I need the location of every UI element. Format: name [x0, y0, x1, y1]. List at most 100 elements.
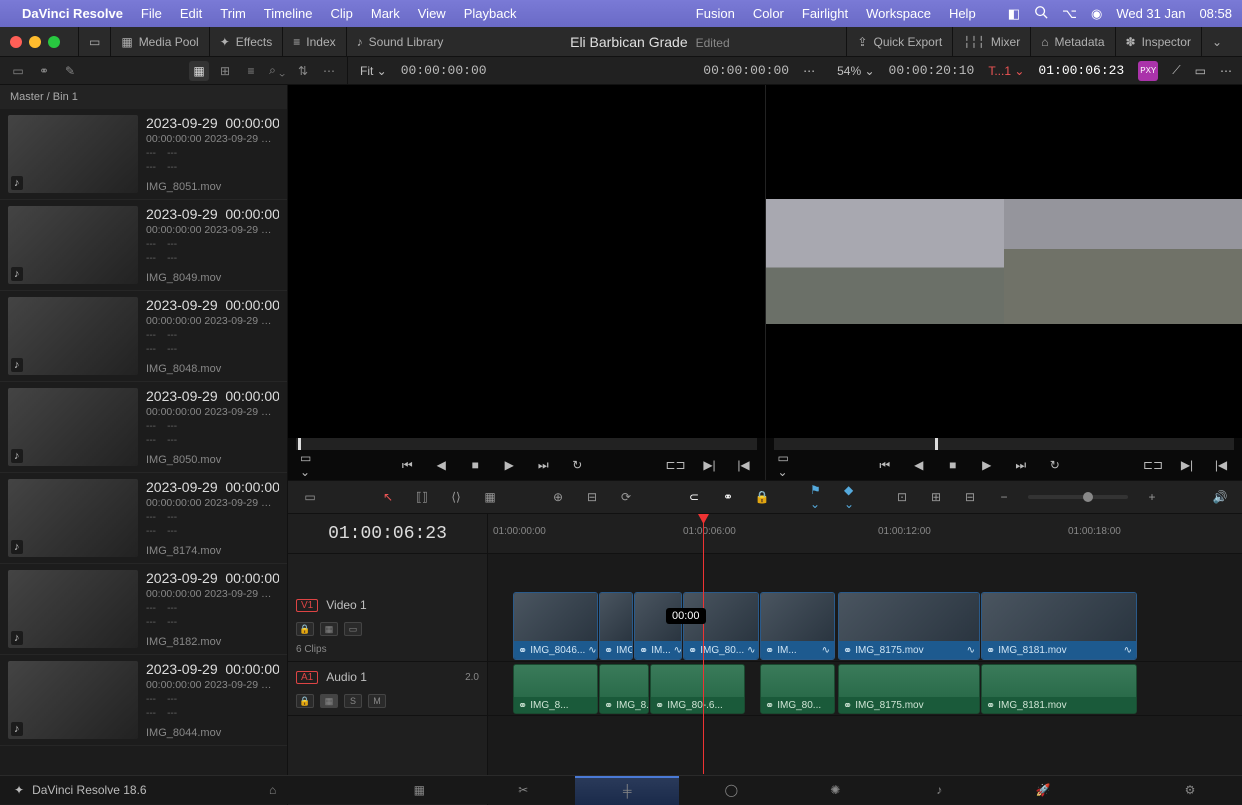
audio-clip[interactable]: ⚭IMG_8175.mov [838, 664, 980, 714]
quick-export-button[interactable]: ⇪Quick Export [846, 27, 952, 57]
menu-help[interactable]: Help [949, 6, 976, 21]
menu-color[interactable]: Color [753, 6, 784, 21]
video-clip[interactable]: ⚭IMG_8046...∿ [513, 592, 598, 660]
single-viewer-icon[interactable]: ▭ [1195, 64, 1206, 78]
timeline-view-options[interactable]: ▭ [300, 487, 320, 507]
minimize-window[interactable] [29, 36, 41, 48]
menu-file[interactable]: File [141, 6, 162, 21]
media-clip[interactable]: ♪ 2023-09-29 00:00:00:0000:00:00:00 2023… [0, 200, 287, 291]
effects-toggle[interactable]: ✦Effects [209, 27, 283, 57]
insert-clip[interactable]: ⊕ [548, 487, 568, 507]
zoom-detail[interactable]: ⊞ [926, 487, 946, 507]
video-clip[interactable]: ⚭IMG_8181.mov∿ [981, 592, 1137, 660]
media-clip[interactable]: ♪ 2023-09-29 00:00:00:0000:00:00:00 2023… [0, 655, 287, 746]
prog-next-frame[interactable]: ⏭ [1012, 456, 1030, 474]
edit-page[interactable]: ╪ [575, 776, 679, 805]
zoom-custom[interactable]: ⊟ [960, 487, 980, 507]
deliver-page[interactable]: 🚀 [991, 776, 1095, 805]
a1-mute[interactable]: M [368, 694, 386, 708]
options-icon[interactable]: ⋯ [1220, 64, 1232, 78]
prog-view-mode[interactable]: ▭ ⌄ [778, 456, 796, 474]
menu-fairlight[interactable]: Fairlight [802, 6, 848, 21]
prog-match-frame[interactable]: ⊏⊐ [1144, 456, 1162, 474]
a1-solo[interactable]: S [344, 694, 362, 708]
close-window[interactable] [10, 36, 22, 48]
v1-auto[interactable]: ▦ [320, 622, 338, 636]
playhead[interactable] [703, 514, 704, 774]
list-view[interactable]: ≡ [241, 61, 261, 81]
viewer-options[interactable]: ⋯ [803, 64, 815, 78]
media-clip[interactable]: ♪ 2023-09-29 00:00:00:0000:00:00:00 2023… [0, 473, 287, 564]
src-next-frame[interactable]: ⏭ [534, 456, 552, 474]
home-page-icon[interactable]: ⌂ [221, 776, 325, 805]
search-button[interactable]: ⌕ ⌄ [267, 61, 287, 81]
video-clip[interactable]: ⚭IM...∿ [760, 592, 835, 660]
src-prev-frame[interactable]: ◀ [432, 456, 450, 474]
bypass-icon[interactable]: ⟋ [1172, 63, 1180, 78]
a1-auto[interactable]: ▦ [320, 694, 338, 708]
source-scrubber[interactable] [296, 438, 757, 450]
expand-toggle[interactable]: ⌄ [1201, 27, 1232, 57]
program-canvas[interactable] [766, 85, 1242, 438]
prog-play[interactable]: ▶ [978, 456, 996, 474]
src-loop[interactable]: ↻ [568, 456, 586, 474]
snapping-toggle[interactable]: ⊂ [684, 487, 704, 507]
media-clip[interactable]: ♪ 2023-09-29 00:00:00:0000:00:00:00 2023… [0, 564, 287, 655]
spotlight-icon[interactable] [1034, 5, 1048, 22]
v1-lock[interactable]: 🔒 [296, 622, 314, 636]
menubar-time[interactable]: 08:58 [1199, 6, 1232, 21]
src-in-point[interactable]: ▶| [701, 456, 719, 474]
video-clip[interactable]: ⚭IMG_8...∿ [599, 592, 633, 660]
dynamic-trim-tool[interactable]: ⟨⟩ [446, 487, 466, 507]
proxy-badge[interactable]: PXY [1138, 61, 1158, 81]
src-view-mode[interactable]: ▭ ⌄ [300, 456, 318, 474]
src-stop[interactable]: ■ [466, 456, 484, 474]
blade-tool[interactable]: ▦ [480, 487, 500, 507]
menu-fusion[interactable]: Fusion [696, 6, 735, 21]
audio-track-header[interactable]: A1Audio 12.0 🔒▦SM [288, 662, 487, 716]
menu-playback[interactable]: Playback [464, 6, 517, 21]
timeline-ruler[interactable]: 01:00:00:00 01:00:06:00 01:00:12:00 01:0… [488, 514, 1242, 554]
siri-icon[interactable]: ◉ [1091, 6, 1102, 22]
prog-in-point[interactable]: ▶| [1178, 456, 1196, 474]
cut-page[interactable]: ✂ [471, 776, 575, 805]
link-icon[interactable]: ⚭ [34, 61, 54, 81]
control-center-icon[interactable]: ⌥ [1062, 6, 1077, 22]
source-canvas[interactable] [288, 85, 765, 438]
more-button[interactable]: ⋯ [319, 61, 339, 81]
marker-dropdown[interactable]: ◆ ⌄ [844, 487, 864, 507]
sort-button[interactable]: ⇅ [293, 61, 313, 81]
tray-icon[interactable]: ◧ [1008, 6, 1020, 22]
layout-toggle[interactable]: ▭ [78, 27, 110, 57]
menu-trim[interactable]: Trim [220, 6, 246, 21]
media-clip[interactable]: ♪ 2023-09-29 00:00:00:0000:00:00:00 2023… [0, 109, 287, 200]
mixer-toggle[interactable]: ╎╎╎Mixer [952, 27, 1030, 57]
zoom-out[interactable]: − [994, 487, 1014, 507]
project-settings[interactable]: ⚙ [1138, 776, 1242, 805]
prog-loop[interactable]: ↻ [1046, 456, 1064, 474]
menu-edit[interactable]: Edit [180, 6, 202, 21]
replace-clip[interactable]: ⟳ [616, 487, 636, 507]
bin-view-icon[interactable]: ▭ [8, 61, 28, 81]
audio-clip[interactable]: ⚭IMG_80... [760, 664, 835, 714]
menu-view[interactable]: View [418, 6, 446, 21]
color-page[interactable]: ✺ [783, 776, 887, 805]
trim-tool[interactable]: ⟦⟧ [412, 487, 432, 507]
audio-clip[interactable]: ⚭IMG_8... [599, 664, 649, 714]
position-lock[interactable]: 🔒 [752, 487, 772, 507]
menu-clip[interactable]: Clip [330, 6, 352, 21]
sound-library-toggle[interactable]: ♪Sound Library [346, 27, 454, 57]
app-name[interactable]: DaVinci Resolve [22, 6, 123, 21]
thumbnail-view[interactable]: ▦ [189, 61, 209, 81]
media-clip[interactable]: ♪ 2023-09-29 00:00:00:0000:00:00:00 2023… [0, 291, 287, 382]
fairlight-page[interactable]: ♪ [887, 776, 991, 805]
menu-timeline[interactable]: Timeline [264, 6, 313, 21]
video-track-1[interactable]: ⚭IMG_8046...∿⚭IMG_8...∿ ⚭IM...∿⚭IMG_80...… [488, 590, 1242, 662]
zoom-dropdown[interactable]: 54% ⌄ [837, 64, 874, 78]
fusion-page[interactable]: ◯ [679, 776, 783, 805]
menu-mark[interactable]: Mark [371, 6, 400, 21]
prog-first-frame[interactable]: ⏮ [876, 456, 894, 474]
video-track-header[interactable]: V1Video 1 🔒▦▭ 6 Clips [288, 590, 487, 662]
src-match-frame[interactable]: ⊏⊐ [667, 456, 685, 474]
video-clip[interactable]: ⚭IMG_80...∿ [683, 592, 759, 660]
